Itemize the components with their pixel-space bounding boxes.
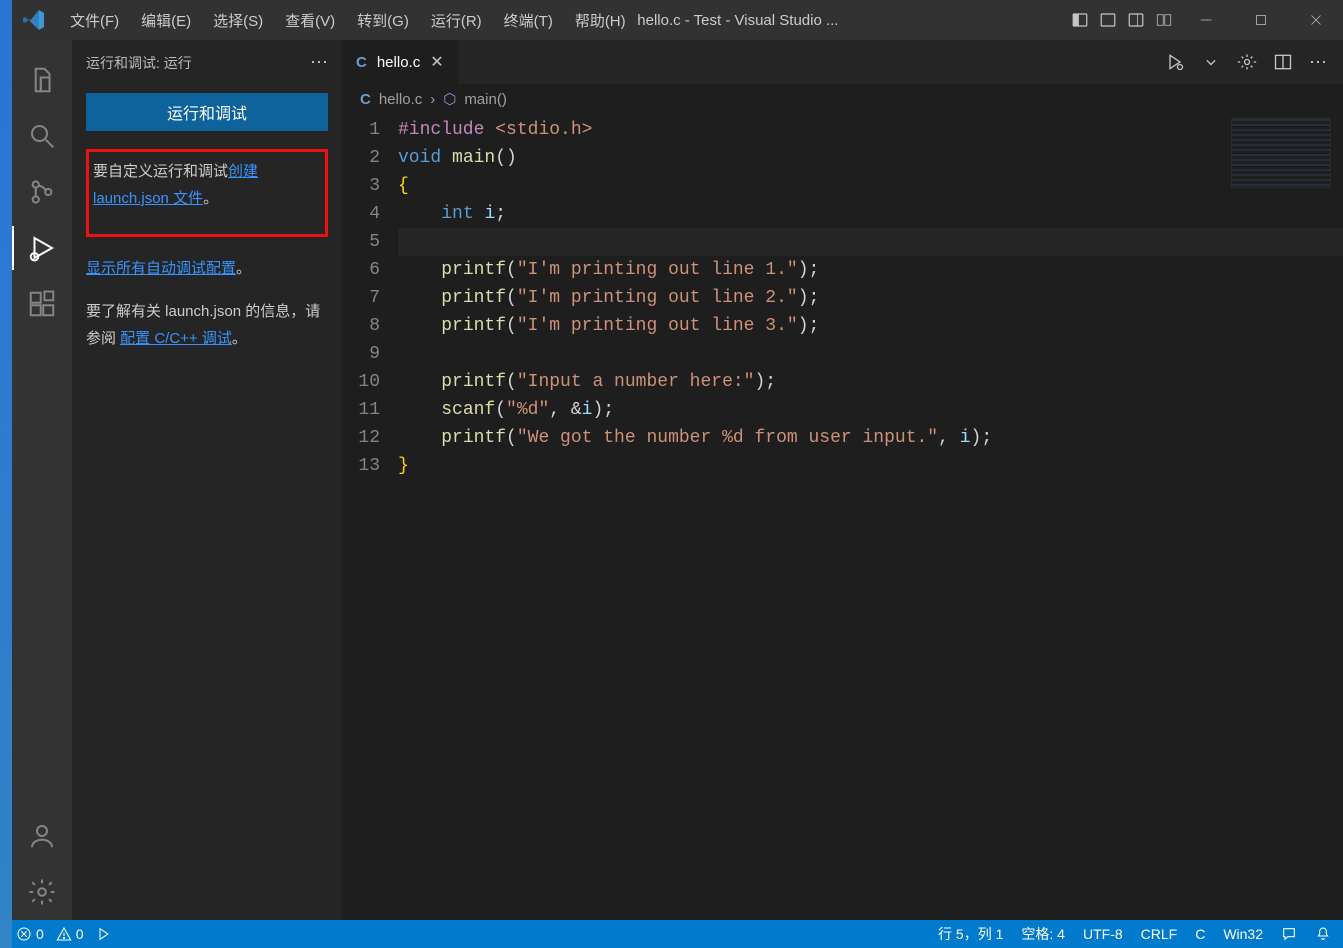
activity-search[interactable]: [12, 108, 72, 164]
menu-item[interactable]: 选择(S): [203, 6, 273, 35]
code-line[interactable]: void main(): [398, 144, 1343, 172]
panel-bottom-icon[interactable]: [1099, 11, 1117, 29]
status-errors[interactable]: 0: [16, 926, 44, 942]
code-line[interactable]: [398, 340, 1343, 368]
status-bar: 0 0 行 5，列 1 空格: 4 UTF-8 CRLF C Win32: [12, 920, 1343, 948]
tabs-row: C hello.c ✕ ⋯: [342, 40, 1343, 84]
activity-scm[interactable]: [12, 164, 72, 220]
c-file-icon: C: [356, 54, 367, 71]
menu-item[interactable]: 终端(T): [494, 6, 563, 35]
menu-item[interactable]: 查看(V): [275, 6, 345, 35]
window-title: hello.c - Test - Visual Studio ...: [637, 12, 838, 29]
menu-item[interactable]: 转到(G): [347, 6, 419, 35]
warning-icon: [56, 926, 72, 942]
code-line[interactable]: [398, 228, 1343, 256]
status-warnings-count: 0: [76, 926, 84, 942]
sidebar-more-icon[interactable]: ⋯: [310, 52, 330, 73]
show-auto-configs-link[interactable]: 显示所有自动调试配置: [86, 260, 236, 277]
status-warnings[interactable]: 0: [56, 926, 84, 942]
split-editor-icon[interactable]: [1273, 52, 1293, 72]
status-debug-icon[interactable]: [96, 926, 112, 942]
c-file-icon: C: [360, 91, 371, 108]
code-line[interactable]: printf("We got the number %d from user i…: [398, 424, 1343, 452]
symbol-method-icon: ⬡: [443, 90, 456, 108]
line-number-gutter: 12345678910111213: [342, 114, 398, 920]
tab-label: hello.c: [377, 54, 420, 71]
breadcrumb-symbol: main(): [464, 91, 507, 108]
learn-launch-json: 要了解有关 launch.json 的信息，请参阅 配置 C/C++ 调试。: [86, 298, 328, 352]
activity-bar: [12, 40, 72, 920]
show-auto-configs-suffix: 。: [236, 260, 251, 277]
minimap[interactable]: [1231, 118, 1331, 188]
window-controls: [1178, 0, 1343, 40]
gear-icon[interactable]: [1237, 52, 1257, 72]
sidebar-title: 运行和调试: 运行: [86, 53, 192, 73]
external-left-strip: [0, 0, 12, 948]
close-button[interactable]: [1288, 0, 1343, 40]
menu-item[interactable]: 帮助(H): [565, 6, 636, 35]
breadcrumb[interactable]: C hello.c › ⬡ main(): [342, 84, 1343, 114]
activity-explorer[interactable]: [12, 52, 72, 108]
menu-bar: 文件(F)编辑(E)选择(S)查看(V)转到(G)运行(R)终端(T)帮助(H): [60, 6, 636, 35]
menu-item[interactable]: 编辑(E): [131, 6, 201, 35]
code-editor[interactable]: 12345678910111213 #include <stdio.h>void…: [342, 114, 1343, 920]
bell-icon[interactable]: [1315, 926, 1331, 942]
code-line[interactable]: #include <stdio.h>: [398, 116, 1343, 144]
code-line[interactable]: scanf("%d", &i);: [398, 396, 1343, 424]
status-language[interactable]: C: [1195, 926, 1205, 942]
code-line[interactable]: {: [398, 172, 1343, 200]
feedback-icon[interactable]: [1281, 926, 1297, 942]
status-eol[interactable]: CRLF: [1141, 926, 1178, 942]
show-auto-configs: 显示所有自动调试配置。: [86, 255, 328, 282]
highlight-box: 要自定义运行和调试创建 launch.json 文件。: [86, 149, 328, 237]
sidebar-header: 运行和调试: 运行 ⋯: [72, 52, 342, 87]
panel-left-icon[interactable]: [1071, 11, 1089, 29]
code-line[interactable]: printf("I'm printing out line 1.");: [398, 256, 1343, 284]
code-line[interactable]: printf("Input a number here:");: [398, 368, 1343, 396]
vscode-logo-icon: [22, 8, 46, 32]
menu-item[interactable]: 运行(R): [421, 6, 492, 35]
code-line[interactable]: int i;: [398, 200, 1343, 228]
code-content[interactable]: #include <stdio.h>void main(){ int i; pr…: [398, 114, 1343, 920]
customize-text: 要自定义运行和调试创建 launch.json 文件。: [93, 158, 321, 212]
tab-hello-c[interactable]: C hello.c ✕: [342, 40, 458, 84]
activity-extensions[interactable]: [12, 276, 72, 332]
layout-icon[interactable]: [1155, 11, 1173, 29]
main-area: 运行和调试: 运行 ⋯ 运行和调试 要自定义运行和调试创建 launch.jso…: [12, 40, 1343, 920]
run-file-icon[interactable]: [1165, 52, 1185, 72]
customize-text-suffix: 。: [203, 190, 218, 207]
panel-right-icon[interactable]: [1127, 11, 1145, 29]
status-errors-count: 0: [36, 926, 44, 942]
run-and-debug-button[interactable]: 运行和调试: [86, 93, 328, 131]
code-line[interactable]: }: [398, 452, 1343, 480]
status-platform[interactable]: Win32: [1223, 926, 1263, 942]
status-encoding[interactable]: UTF-8: [1083, 926, 1123, 942]
breadcrumb-separator: ›: [430, 91, 435, 108]
editor-actions: ⋯: [1165, 40, 1343, 84]
menu-item[interactable]: 文件(F): [60, 6, 129, 35]
maximize-button[interactable]: [1233, 0, 1288, 40]
activity-account[interactable]: [12, 808, 72, 864]
chevron-down-icon[interactable]: [1201, 52, 1221, 72]
activity-settings[interactable]: [12, 864, 72, 920]
status-spaces[interactable]: 空格: 4: [1021, 924, 1065, 944]
learn-launch-json-suffix: 。: [232, 330, 247, 347]
code-line[interactable]: printf("I'm printing out line 3.");: [398, 312, 1343, 340]
breadcrumb-file: hello.c: [379, 91, 422, 108]
error-icon: [16, 926, 32, 942]
close-icon[interactable]: ✕: [430, 52, 443, 72]
layout-controls: [1071, 11, 1173, 29]
editor-area: C hello.c ✕ ⋯ C hello.c › ⬡ main() 12345…: [342, 40, 1343, 920]
titlebar: 文件(F)编辑(E)选择(S)查看(V)转到(G)运行(R)终端(T)帮助(H)…: [12, 0, 1343, 40]
configure-cpp-debug-link[interactable]: 配置 C/C++ 调试: [120, 330, 232, 347]
minimize-button[interactable]: [1178, 0, 1233, 40]
debug-alt-icon: [96, 926, 112, 942]
status-cursor[interactable]: 行 5，列 1: [938, 924, 1003, 944]
customize-text-prefix: 要自定义运行和调试: [93, 163, 228, 180]
more-actions-icon[interactable]: ⋯: [1309, 52, 1329, 73]
code-line[interactable]: printf("I'm printing out line 2.");: [398, 284, 1343, 312]
activity-run-debug[interactable]: [12, 220, 72, 276]
run-debug-sidebar: 运行和调试: 运行 ⋯ 运行和调试 要自定义运行和调试创建 launch.jso…: [72, 40, 342, 920]
